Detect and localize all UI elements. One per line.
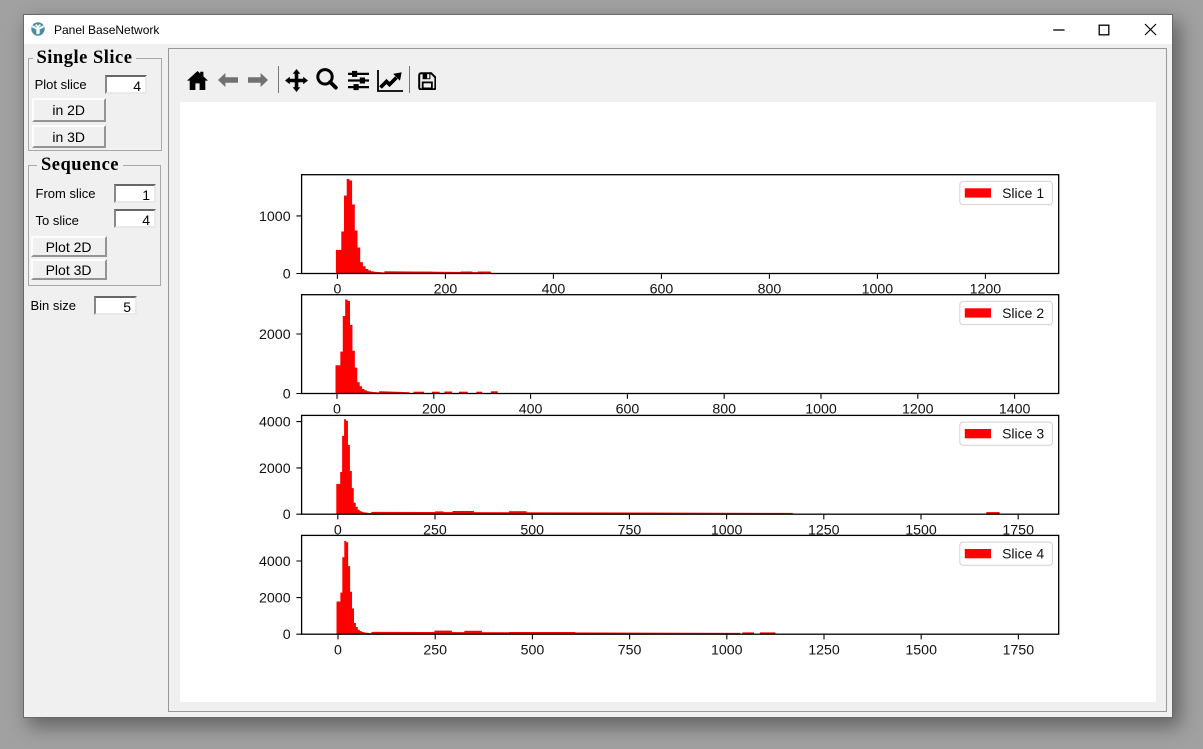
- svg-text:0: 0: [283, 387, 291, 403]
- svg-text:1000: 1000: [711, 642, 743, 658]
- svg-text:2000: 2000: [259, 591, 291, 607]
- svg-text:500: 500: [521, 642, 545, 658]
- svg-text:0: 0: [283, 507, 291, 523]
- svg-text:2000: 2000: [259, 461, 291, 477]
- svg-text:2000: 2000: [259, 327, 291, 343]
- svg-text:750: 750: [618, 642, 642, 658]
- svg-text:4000: 4000: [259, 415, 291, 431]
- svg-text:1250: 1250: [808, 642, 840, 658]
- svg-text:0: 0: [283, 267, 291, 283]
- svg-text:0: 0: [334, 642, 342, 658]
- svg-text:1500: 1500: [905, 642, 937, 658]
- svg-text:Slice 1: Slice 1: [1002, 185, 1044, 201]
- svg-text:0: 0: [283, 627, 291, 643]
- svg-text:Slice 4: Slice 4: [1002, 546, 1044, 562]
- svg-text:1000: 1000: [259, 209, 291, 225]
- svg-text:250: 250: [423, 642, 447, 658]
- svg-text:4000: 4000: [259, 554, 291, 570]
- svg-text:Slice 2: Slice 2: [1002, 305, 1044, 321]
- svg-text:Slice 3: Slice 3: [1002, 426, 1044, 442]
- svg-text:1750: 1750: [1003, 642, 1035, 658]
